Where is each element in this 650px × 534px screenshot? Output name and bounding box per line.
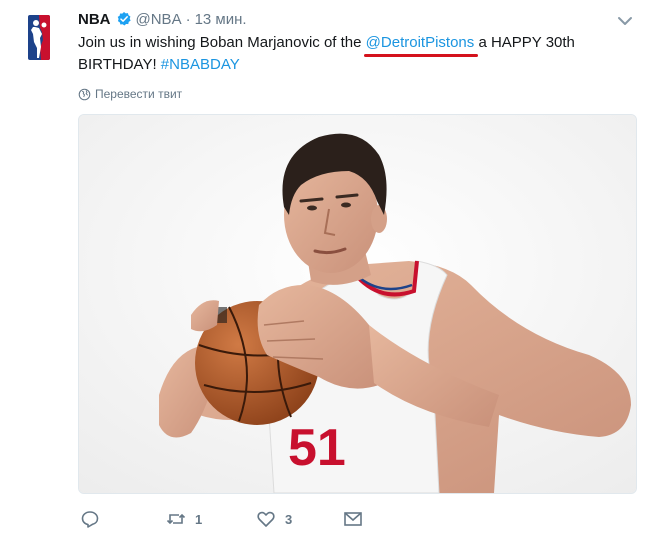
chevron-down-icon[interactable] [616, 12, 634, 30]
player-photo-illustration: 51 [79, 115, 636, 493]
retweet-icon [166, 513, 186, 525]
reply-icon [81, 511, 99, 528]
envelope-icon [344, 512, 362, 526]
author-name[interactable]: NBA [78, 11, 111, 28]
retweet-button[interactable]: 1 [166, 508, 202, 530]
tweet-header: NBA @NBA · 13 мин. [78, 9, 247, 29]
mention-link[interactable]: @DetroitPistons [366, 34, 475, 51]
tweet-text-before: Join us in wishing Boban Marjanovic of t… [78, 34, 366, 51]
translate-label: Перевести твит [95, 87, 183, 101]
mention-wrap: @DetroitPistons [363, 32, 479, 57]
tweet-photo[interactable]: 51 [78, 114, 637, 494]
red-underline-annotation [363, 54, 479, 57]
separator-dot: · [185, 10, 191, 28]
globe-icon [78, 88, 91, 100]
like-count: 3 [285, 511, 293, 527]
heart-icon [257, 511, 275, 527]
like-button[interactable]: 3 [256, 508, 292, 530]
jersey-number: 51 [288, 419, 346, 477]
author-handle[interactable]: @NBA [136, 11, 182, 28]
tweet: NBA @NBA · 13 мин. Join us in wishing Bo… [0, 0, 650, 534]
timestamp[interactable]: 13 мин. [195, 11, 247, 28]
nba-logo[interactable] [27, 14, 51, 61]
reply-button[interactable] [80, 508, 109, 530]
hashtag-link[interactable]: #NBABDAY [161, 56, 240, 73]
tweet-actions: 1 3 [78, 508, 378, 530]
tweet-text: Join us in wishing Boban Marjanovic of t… [78, 32, 628, 76]
translate-tweet-button[interactable]: Перевести твит [78, 86, 182, 102]
direct-message-button[interactable] [343, 508, 363, 530]
retweet-count: 1 [195, 511, 203, 527]
verified-badge-icon [117, 12, 131, 26]
